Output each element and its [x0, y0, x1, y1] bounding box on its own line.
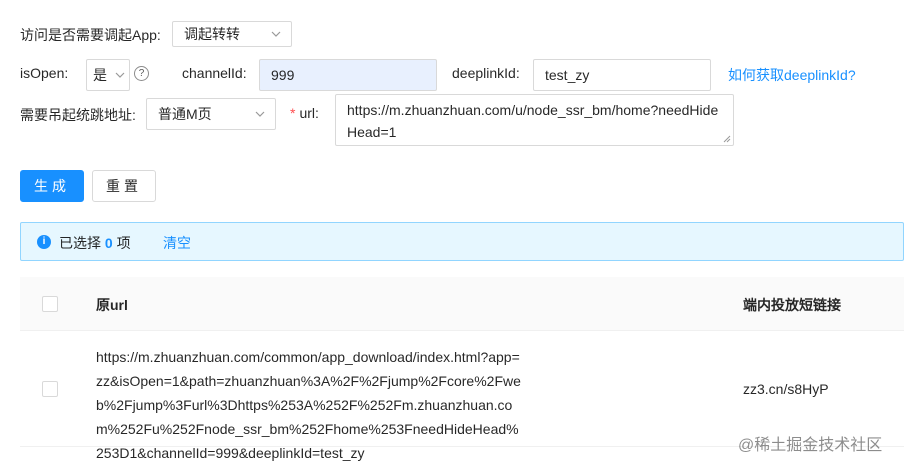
chevron-down-icon — [255, 111, 265, 117]
jump-select[interactable]: 普通M页 — [146, 98, 276, 130]
column-header-short-link: 端内投放短链接 — [743, 297, 841, 313]
open-app-select[interactable]: 调起转转 — [172, 21, 292, 47]
url-textarea[interactable]: https://m.zhuanzhuan.com/u/node_ssr_bm/h… — [335, 94, 734, 146]
selection-text: 已选择 0 项 — [59, 235, 131, 251]
clear-link[interactable]: 清空 — [163, 233, 191, 253]
open-app-select-value: 调起转转 — [184, 26, 240, 42]
deeplink-input[interactable]: test_zy — [533, 59, 711, 91]
chevron-down-icon — [115, 72, 125, 78]
isopen-select[interactable]: 是 — [86, 59, 130, 91]
channel-input[interactable]: 999 — [259, 59, 437, 91]
selection-count: 0 — [104, 235, 113, 251]
select-all-checkbox[interactable] — [42, 296, 58, 312]
watermark: @稀土掘金技术社区 — [738, 437, 883, 454]
open-app-label: 访问是否需要调起App: — [20, 27, 161, 43]
url-label: * url: — [290, 105, 319, 121]
jump-select-value: 普通M页 — [158, 106, 212, 122]
row-checkbox[interactable] — [42, 381, 58, 397]
reset-button[interactable]: 重置 — [92, 170, 156, 202]
help-icon[interactable]: ? — [134, 66, 149, 81]
deeplink-help-link[interactable]: 如何获取deeplinkId? — [728, 65, 856, 85]
required-mark: * — [290, 105, 296, 121]
table-header: 原url 端内投放短链接 — [20, 277, 904, 331]
isopen-label: isOpen: — [20, 65, 69, 81]
column-header-original-url: 原url — [96, 297, 128, 313]
original-url-cell: https://m.zhuanzhuan.com/common/app_down… — [96, 349, 521, 461]
info-icon: i — [37, 235, 51, 249]
channel-label: channelId: — [182, 65, 247, 81]
resize-handle-icon[interactable] — [723, 135, 731, 143]
table-row: https://m.zhuanzhuan.com/common/app_down… — [20, 331, 904, 461]
chevron-down-icon — [271, 31, 281, 37]
jump-label: 需要吊起统跳地址: — [20, 107, 136, 123]
deeplink-label: deeplinkId: — [452, 65, 520, 81]
isopen-select-value: 是 — [93, 67, 107, 83]
short-link-cell: zz3.cn/s8HyP — [743, 381, 829, 397]
generate-button[interactable]: 生成 — [20, 170, 84, 202]
selection-alert: i 已选择 0 项 清空 — [20, 222, 904, 261]
